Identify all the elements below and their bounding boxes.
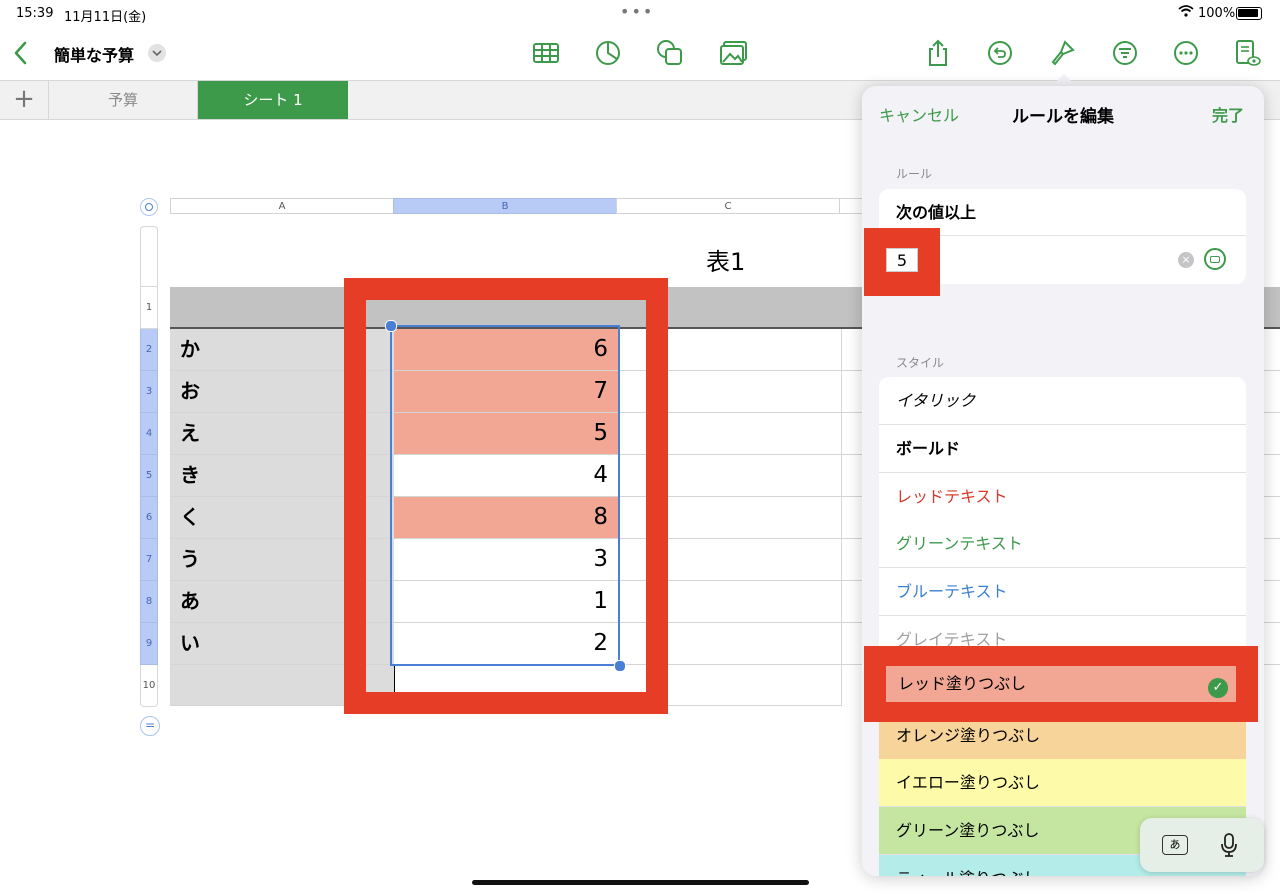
more-icon[interactable] — [1171, 38, 1201, 68]
row-header-1[interactable]: 1 — [140, 287, 158, 329]
cell-reference-icon[interactable] — [1204, 248, 1226, 270]
style-list: イタリックボールドレッドテキストグリーンテキストブルーテキストグレイテキストレッ… — [879, 377, 1246, 876]
add-row-handle-icon[interactable]: = — [140, 716, 160, 736]
home-indicator[interactable] — [472, 880, 809, 885]
done-button[interactable]: 完了 — [1212, 102, 1244, 126]
share-icon[interactable] — [923, 38, 953, 68]
row-header-4[interactable]: 4 — [140, 413, 158, 455]
media-icon[interactable] — [719, 38, 749, 68]
date: 11月11日(金) — [64, 10, 147, 25]
annotation-rule-value: 5 — [864, 228, 940, 296]
style-option[interactable]: レッドテキスト — [879, 472, 1246, 521]
tab-sheet-1[interactable]: シート 1 — [198, 81, 348, 119]
microphone-icon[interactable] — [1220, 832, 1238, 858]
row-header-7[interactable]: 7 — [140, 539, 158, 581]
document-title[interactable]: 簡単な予算 — [54, 42, 134, 66]
document-view-icon[interactable] — [1232, 38, 1262, 68]
rule-section-label: ルール — [896, 167, 933, 181]
column-header-c[interactable]: C — [616, 198, 840, 214]
style-option[interactable]: イエロー塗りつぶし — [879, 759, 1246, 808]
row-header-8[interactable]: 8 — [140, 581, 158, 623]
style-label: レッド塗りつぶし — [898, 674, 1027, 693]
title-chevron-down-icon[interactable] — [148, 44, 166, 62]
keyboard-kana-toggle-icon[interactable]: あ — [1162, 835, 1188, 855]
table-select-handle[interactable] — [140, 198, 158, 216]
popover-title: ルールを編集 — [1012, 107, 1114, 127]
style-option[interactable]: グリーンテキスト — [879, 520, 1246, 569]
style-option[interactable]: ボールド — [879, 424, 1246, 473]
style-option[interactable]: ブルーテキスト — [879, 568, 1246, 617]
organize-icon[interactable] — [1110, 38, 1140, 68]
row-header-3[interactable]: 3 — [140, 371, 158, 413]
add-sheet-button[interactable]: + — [0, 81, 49, 119]
column-header-b[interactable]: B — [393, 198, 617, 214]
clear-value-icon[interactable]: × — [1178, 252, 1194, 268]
row-header-2[interactable]: 2 — [140, 329, 158, 371]
undo-icon[interactable] — [985, 38, 1015, 68]
edit-rule-popover: キャンセル ルールを編集 完了 ルール 次の値以上 × スタイル イタリック ボー… — [862, 86, 1264, 876]
battery-icon — [1236, 7, 1262, 20]
style-section-label: スタイル — [896, 356, 945, 370]
tab-yosan[interactable]: 予算 — [49, 81, 198, 119]
status-bar: 15:39 11月11日(金) ••• 100% — [0, 0, 1280, 28]
table-title[interactable]: 表1 — [706, 242, 745, 277]
clock: 15:39 — [16, 6, 54, 21]
rule-value-input[interactable]: 5 — [886, 248, 918, 272]
annotation-highlight-frame — [344, 278, 668, 714]
column-header-a[interactable]: A — [170, 198, 394, 214]
keyboard-shortcut-bar: あ — [1140, 818, 1264, 872]
row-header-5[interactable]: 5 — [140, 455, 158, 497]
row-header-9[interactable]: 9 — [140, 623, 158, 665]
checkmark-icon: ✓ — [1208, 678, 1228, 698]
wifi-icon — [1178, 5, 1194, 17]
row-header-6[interactable]: 6 — [140, 497, 158, 539]
multitasking-dots-icon[interactable]: ••• — [620, 2, 654, 21]
annotation-selected-style: レッド塗りつぶし ✓ — [864, 646, 1258, 722]
table-icon[interactable] — [531, 38, 561, 68]
row-header-title — [140, 226, 158, 287]
cancel-button[interactable]: キャンセル — [879, 102, 959, 126]
format-brush-icon[interactable] — [1047, 38, 1077, 68]
style-red-fill-selected[interactable]: レッド塗りつぶし — [886, 666, 1236, 702]
back-chevron-icon[interactable] — [8, 38, 32, 68]
row-header-10[interactable]: 10 — [140, 665, 158, 707]
shape-icon[interactable] — [655, 38, 685, 68]
chart-icon[interactable] — [593, 38, 623, 68]
battery-percent: 100% — [1198, 6, 1236, 21]
popover-arrow — [1052, 74, 1076, 86]
style-option[interactable]: イタリック — [879, 377, 1246, 425]
